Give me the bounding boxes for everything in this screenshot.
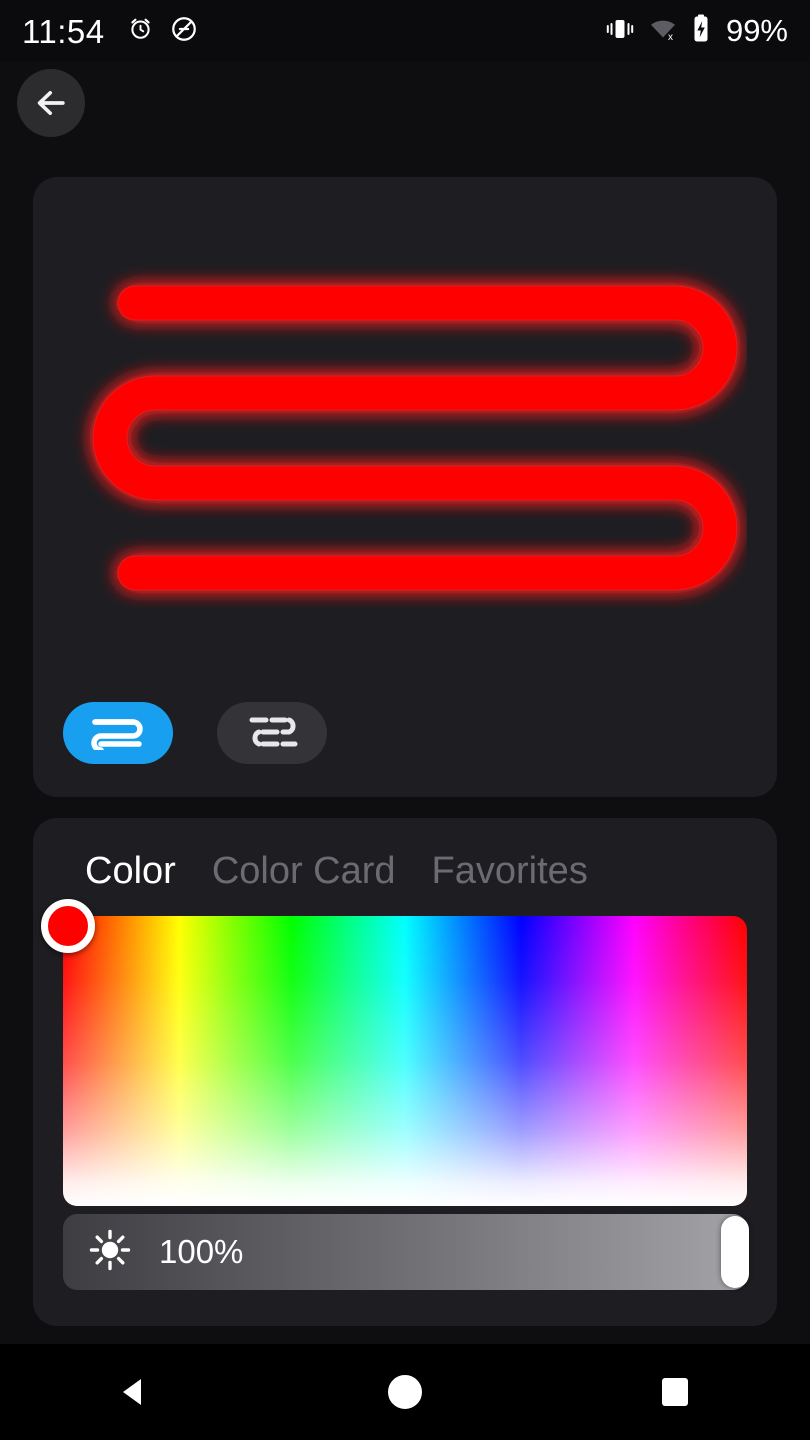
vibrate-icon bbox=[605, 16, 635, 47]
back-button[interactable] bbox=[17, 69, 85, 137]
strip-preview-card bbox=[33, 177, 777, 797]
arrow-left-icon bbox=[37, 91, 65, 115]
brightness-slider[interactable]: 100% bbox=[63, 1214, 749, 1290]
led-strip-preview bbox=[33, 177, 777, 677]
brightness-slider-thumb[interactable] bbox=[721, 1216, 749, 1288]
android-navigation-bar bbox=[0, 1344, 810, 1440]
nav-home-button[interactable] bbox=[335, 1344, 475, 1440]
nav-recents-button[interactable] bbox=[605, 1344, 745, 1440]
saturation-overlay bbox=[63, 916, 747, 1206]
back-triangle-icon bbox=[123, 1379, 141, 1405]
recents-square-icon bbox=[662, 1378, 688, 1406]
color-picker-thumb[interactable] bbox=[41, 899, 95, 953]
battery-percent-label: 99% bbox=[725, 13, 788, 48]
battery-charging-icon bbox=[691, 14, 711, 49]
status-time: 11:54 bbox=[22, 12, 105, 50]
status-bar: 11:54 x 99% bbox=[0, 0, 810, 62]
pattern-selector bbox=[63, 702, 327, 764]
do-not-disturb-icon bbox=[170, 15, 198, 48]
app-screen: 11:54 x 99% Color Color Card Favorites 1… bbox=[0, 0, 810, 1440]
brightness-value-label: 100% bbox=[159, 1233, 244, 1270]
color-panel-card: Color Color Card Favorites 100% bbox=[33, 818, 777, 1326]
tab-color-card[interactable]: Color Card bbox=[212, 850, 396, 893]
color-picker-field[interactable] bbox=[63, 916, 747, 1206]
nav-back-button[interactable] bbox=[65, 1344, 205, 1440]
continuous-strip-icon bbox=[91, 719, 143, 750]
top-app-bar bbox=[0, 62, 810, 177]
color-panel-tabs: Color Color Card Favorites bbox=[85, 850, 588, 893]
home-circle-icon bbox=[388, 1375, 422, 1409]
brightness-sun-icon bbox=[87, 1227, 133, 1278]
status-right-icons: x 99% bbox=[605, 13, 788, 49]
alarm-icon bbox=[127, 15, 154, 47]
serpentine-strip-graphic bbox=[92, 285, 738, 591]
tab-color[interactable]: Color bbox=[85, 850, 176, 893]
status-left-icons bbox=[127, 15, 198, 48]
svg-text:x: x bbox=[668, 32, 673, 42]
tab-favorites[interactable]: Favorites bbox=[432, 850, 588, 893]
segmented-strip-icon bbox=[249, 717, 298, 747]
pattern-button-continuous[interactable] bbox=[63, 702, 173, 764]
wifi-off-icon: x bbox=[647, 16, 679, 47]
pattern-button-segmented[interactable] bbox=[217, 702, 327, 764]
